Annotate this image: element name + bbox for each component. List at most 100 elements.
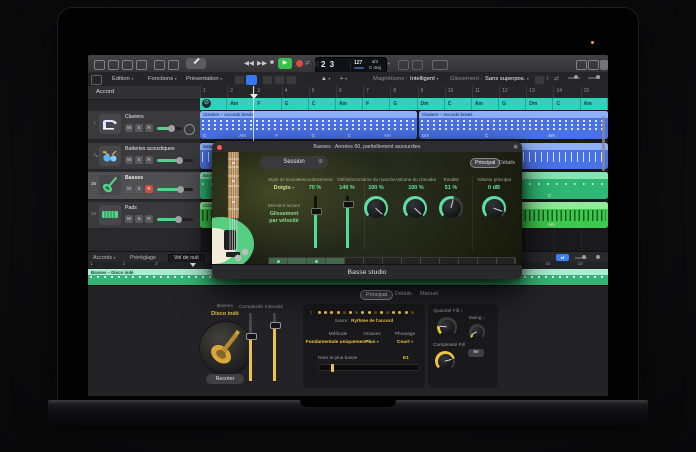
track-row-basses[interactable]: 25 Basses M S R — [88, 172, 200, 200]
quick-help-button[interactable] — [186, 58, 206, 69]
complexite-slider[interactable] — [249, 313, 252, 381]
browser-icon[interactable] — [600, 60, 608, 70]
mixer-icon[interactable] — [122, 60, 133, 70]
record-enable-button[interactable]: R — [145, 156, 153, 164]
fill-complexity-knob[interactable] — [435, 351, 455, 371]
track-row-pads[interactable]: 26 Pads M S R — [88, 202, 200, 229]
master-level-icon[interactable] — [432, 60, 448, 70]
pan-knob[interactable] — [184, 124, 195, 135]
mute-button[interactable]: M — [125, 215, 133, 223]
link-mode-button[interactable]: ⇄ — [556, 254, 569, 261]
catch-playhead-button[interactable] — [286, 75, 297, 85]
menu-presentation[interactable]: Présentation ▾ — [186, 76, 222, 82]
record-enable-button[interactable]: R — [145, 185, 153, 193]
stop-button[interactable]: ■ — [270, 59, 274, 66]
replace-icon[interactable] — [412, 60, 423, 70]
tab-details[interactable]: Détails — [395, 291, 412, 297]
view-grid-button[interactable] — [246, 75, 257, 85]
forward-button[interactable]: ▶▶ — [257, 59, 267, 67]
region-claviers-b[interactable]: Claviers – Accords brisés DmCAm — [419, 111, 608, 139]
crosshair-tool-button[interactable] — [274, 75, 285, 85]
glissement-value[interactable]: Sans superpos. ▾ — [485, 76, 529, 82]
volume-slider[interactable] — [157, 218, 193, 221]
volume-slider[interactable] — [157, 159, 193, 162]
loops-icon[interactable] — [168, 60, 179, 70]
track-row-batteries[interactable]: 2 ▸ Batteries acoustiques M S R — [88, 143, 200, 170]
gear-icon[interactable]: ⊛ — [318, 156, 323, 169]
solo-button[interactable]: S — [135, 185, 143, 193]
global-track-header[interactable]: Accord — [88, 86, 200, 100]
chcell-item: G — [390, 98, 417, 110]
volume-slider[interactable] — [157, 127, 182, 130]
solo-button[interactable]: S — [135, 215, 143, 223]
pencil-tool-button[interactable] — [262, 75, 273, 85]
note-pads-icon[interactable] — [588, 60, 599, 70]
chord-track[interactable]: CAmFGCAmFGDmCAmGDmCAm — [200, 98, 608, 110]
secondary-tool-menu[interactable]: + ▾ — [340, 76, 347, 82]
neck-volume-knob[interactable] — [364, 196, 388, 220]
player-preset-value[interactable]: Disco indé — [200, 311, 250, 317]
list-editors-icon[interactable] — [576, 60, 587, 70]
tab-manuel[interactable]: Manuel — [420, 291, 438, 297]
plugin-tab-details[interactable]: Détails — [499, 160, 515, 166]
inspector-icon[interactable] — [108, 60, 119, 70]
editor-playhead-marker[interactable] — [190, 263, 196, 267]
phrasage-value[interactable]: Court ▾ — [389, 339, 421, 345]
snap-button[interactable] — [534, 75, 545, 85]
editor-zoom-thumb[interactable] — [582, 255, 586, 259]
preset-selector[interactable]: Session ⊛ — [260, 156, 328, 169]
library-icon[interactable] — [94, 60, 105, 70]
assourdissement-slider[interactable] — [314, 196, 317, 248]
track-name: Basses — [125, 175, 197, 181]
lowest-note-slider[interactable] — [318, 364, 420, 371]
resize-icon[interactable]: ▣ — [513, 144, 518, 150]
zoom-fit-icon[interactable]: ⇄ — [554, 76, 559, 82]
menu-fonctions[interactable]: Fonctions ▾ — [148, 76, 177, 82]
hide-groups-icon[interactable] — [91, 75, 102, 85]
tab-principal[interactable]: Principal — [360, 290, 393, 300]
text-tool-icon[interactable]: I — [547, 76, 549, 82]
menu-edition[interactable]: Édition ▾ — [112, 76, 133, 82]
view-list-button[interactable] — [234, 75, 245, 85]
solo-button[interactable]: S — [135, 156, 143, 164]
rewind-button[interactable]: ◀◀ — [244, 59, 254, 67]
mute-button[interactable]: M — [125, 124, 133, 132]
play-button[interactable]: ▶ — [278, 58, 292, 69]
octaves-value[interactable]: Plus ▾ — [358, 339, 386, 345]
smart-controls-icon[interactable] — [136, 60, 147, 70]
prereglage-label[interactable]: Préréglage — [130, 255, 156, 261]
record-button[interactable] — [296, 60, 303, 67]
track-row-claviers[interactable]: 1 Claviers M S R — [88, 111, 200, 140]
volume-slider[interactable] — [157, 188, 193, 191]
pointer-tool-menu[interactable]: ▲ ▾ — [321, 76, 330, 82]
fill-amount-knob[interactable] — [437, 317, 457, 337]
suivre-row[interactable]: Suivre : Rythme de l'accord — [303, 318, 425, 324]
rhythm-pattern-dots[interactable] — [318, 311, 417, 314]
lcd-display[interactable]: 002 3 127 4/4C maj — [315, 57, 387, 73]
record-enable-button[interactable]: R — [145, 124, 153, 132]
tone-knob[interactable] — [439, 196, 463, 220]
definition-slider[interactable] — [346, 196, 349, 248]
editors-icon[interactable] — [154, 60, 165, 70]
plugin-tab-principal[interactable]: Principal — [470, 158, 500, 168]
zoom-v-thumb[interactable] — [596, 75, 600, 79]
mute-button[interactable]: M — [125, 156, 133, 164]
chord-track-power-icon[interactable]: ⊘ — [202, 99, 211, 108]
bridge-volume-knob[interactable] — [403, 196, 427, 220]
intensite-slider[interactable] — [273, 313, 276, 381]
solo-button[interactable]: S — [135, 124, 143, 132]
zoom-h-thumb[interactable] — [574, 75, 578, 79]
eighth-note-button[interactable]: 8e — [468, 349, 484, 357]
regenerate-button[interactable]: Recréer — [206, 374, 244, 384]
region-claviers-a[interactable]: Claviers – Accords brisés CAmFGCAm — [200, 111, 417, 139]
magnetisme-value[interactable]: Intelligent ▾ — [410, 76, 438, 82]
solo-off-icon[interactable] — [398, 60, 409, 70]
mute-button[interactable]: M — [125, 185, 133, 193]
lcd-chevron-icon[interactable]: ▾ — [388, 61, 390, 66]
swing-knob[interactable] — [469, 324, 485, 340]
accords-menu[interactable]: Accords ▾ — [93, 255, 116, 261]
vertical-scrollbar[interactable] — [602, 116, 605, 171]
main-volume-knob[interactable] — [482, 196, 506, 220]
record-enable-button[interactable]: R — [145, 215, 153, 223]
editor-options-dot[interactable] — [596, 255, 600, 259]
